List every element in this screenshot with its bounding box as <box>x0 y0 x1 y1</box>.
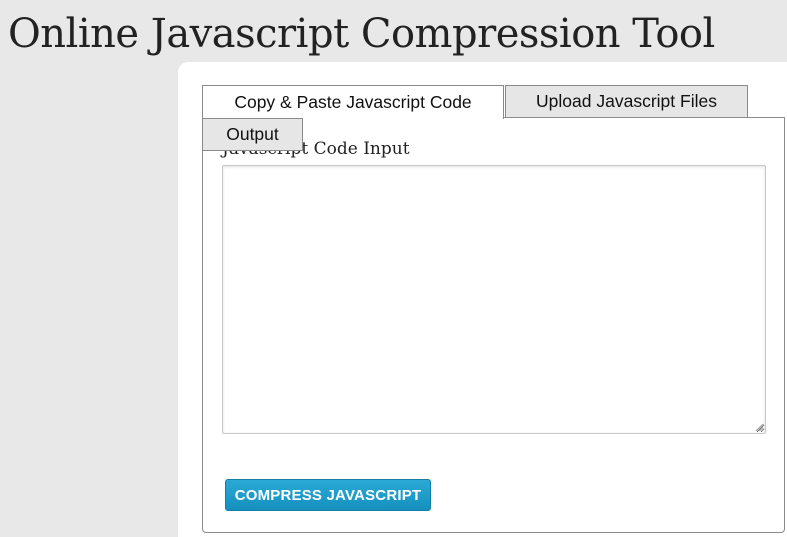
javascript-code-textarea[interactable] <box>222 165 766 434</box>
tab-copy-paste-code[interactable]: Copy & Paste Javascript Code <box>202 85 504 119</box>
page-title: Online Javascript Compression Tool <box>8 11 715 57</box>
compress-javascript-button[interactable]: COMPRESS JAVASCRIPT <box>225 479 431 511</box>
resize-grip-icon[interactable] <box>754 422 764 432</box>
tab-upload-files[interactable]: Upload Javascript Files <box>505 85 748 118</box>
tab-output[interactable]: Output <box>202 118 303 151</box>
